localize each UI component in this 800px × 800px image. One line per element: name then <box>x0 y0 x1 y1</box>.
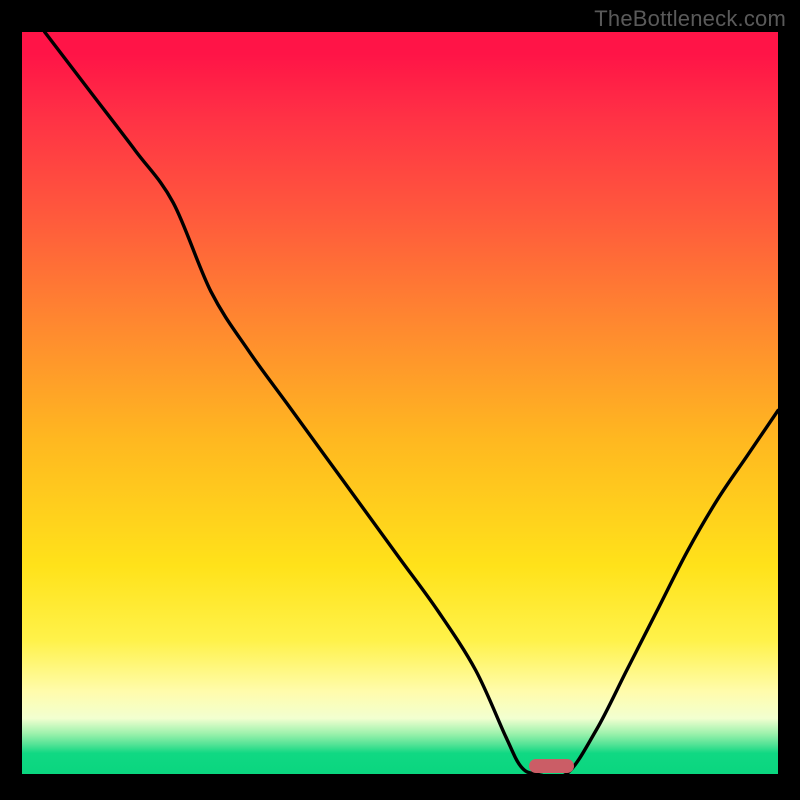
plot-area <box>22 32 778 774</box>
minimum-marker <box>529 759 574 773</box>
chart-container: TheBottleneck.com <box>0 0 800 800</box>
bottleneck-curve <box>22 32 778 774</box>
watermark-label: TheBottleneck.com <box>594 6 786 32</box>
x-axis-baseline <box>22 774 778 778</box>
